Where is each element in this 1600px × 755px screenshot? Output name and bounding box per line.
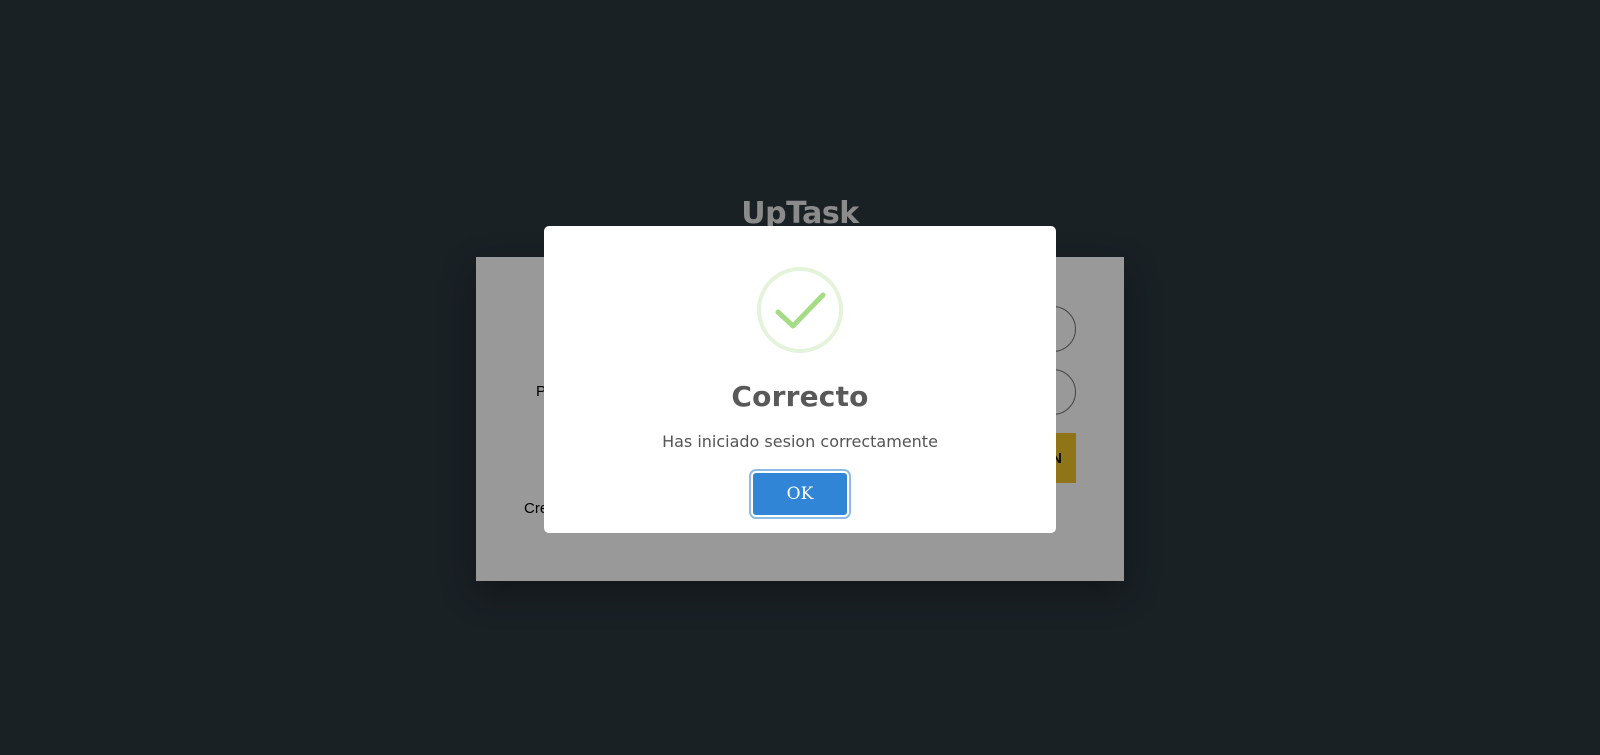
success-check-icon (757, 267, 843, 353)
modal-message: Has iniciado sesion correctamente (662, 432, 938, 451)
modal-title: Correcto (731, 380, 869, 413)
ok-button[interactable]: OK (751, 471, 849, 517)
success-modal: Correcto Has iniciado sesion correctamen… (544, 226, 1056, 533)
